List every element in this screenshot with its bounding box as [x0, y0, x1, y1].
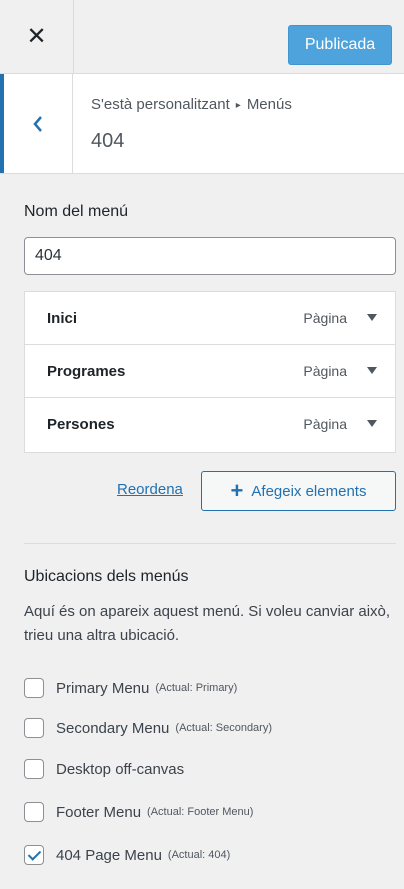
location-primary-menu[interactable]: Primary Menu (Actual: Primary)	[24, 676, 237, 700]
location-404-page-menu[interactable]: 404 Page Menu (Actual: 404)	[24, 843, 230, 867]
menu-item-persones[interactable]: Persones Pàgina	[25, 398, 395, 452]
caret-down-icon[interactable]	[367, 367, 377, 374]
menu-item-title: Persones	[47, 416, 115, 433]
section-header: S'està personalitzant ▸ Menús 404	[0, 74, 404, 174]
plus-icon: +	[230, 478, 244, 503]
menu-item-title: Inici	[47, 310, 78, 327]
location-current: (Actual: 404)	[167, 849, 231, 861]
menu-items-list: Inici Pàgina Programes Pàgina Persones P…	[24, 291, 396, 453]
menu-item-type: Pàgina	[303, 310, 347, 326]
location-label: Primary Menu	[56, 679, 150, 697]
location-secondary-menu[interactable]: Secondary Menu (Actual: Secondary)	[24, 716, 272, 740]
close-icon[interactable]: ✕	[26, 22, 46, 51]
locations-description: Aquí és on apareix aquest menú. Si voleu…	[24, 603, 391, 644]
location-desktop-off-canvas[interactable]: Desktop off-canvas	[24, 757, 190, 781]
close-button[interactable]: ✕	[0, 0, 74, 73]
location-checkbox[interactable]	[24, 718, 44, 738]
menu-name-label: Nom del menú	[24, 203, 129, 220]
page-title: 404	[91, 130, 125, 152]
back-button[interactable]	[0, 74, 73, 173]
location-current: (Actual: Primary)	[155, 682, 238, 694]
location-checkbox[interactable]	[24, 759, 44, 779]
breadcrumb-root: S'està personalitzant	[91, 96, 230, 113]
menu-item-programes[interactable]: Programes Pàgina	[25, 345, 395, 398]
reorder-link[interactable]: Reordena	[117, 481, 183, 498]
location-checkbox-checked[interactable]	[24, 845, 44, 865]
menu-item-inici[interactable]: Inici Pàgina	[25, 292, 395, 345]
location-footer-menu[interactable]: Footer Menu (Actual: Footer Menu)	[24, 800, 253, 824]
add-items-button[interactable]: + Afegeix elements	[201, 471, 396, 511]
menu-item-type: Pàgina	[303, 363, 347, 379]
breadcrumb-section: Menús	[246, 96, 292, 113]
location-label: Desktop off-canvas	[56, 760, 185, 778]
menu-item-type: Pàgina	[303, 416, 347, 432]
location-label: 404 Page Menu	[56, 846, 162, 864]
menu-name-input[interactable]	[24, 237, 396, 275]
location-label: Footer Menu	[56, 803, 142, 821]
menu-item-title: Programes	[47, 363, 126, 380]
breadcrumb: S'està personalitzant ▸ Menús	[91, 96, 292, 113]
chevron-left-icon[interactable]	[32, 115, 44, 133]
breadcrumb-separator-icon: ▸	[235, 100, 241, 111]
add-items-label: Afegeix elements	[251, 482, 367, 500]
publish-button[interactable]: Publicada	[288, 25, 392, 65]
caret-down-icon[interactable]	[367, 420, 377, 427]
location-current: (Actual: Footer Menu)	[147, 806, 254, 818]
location-checkbox[interactable]	[24, 802, 44, 822]
location-current: (Actual: Secondary)	[175, 722, 273, 734]
location-checkbox[interactable]	[24, 678, 44, 698]
location-label: Secondary Menu	[56, 719, 170, 737]
customizer-topbar: ✕ Publicada	[0, 0, 404, 74]
divider	[24, 543, 396, 544]
caret-down-icon[interactable]	[367, 314, 377, 321]
locations-title: Ubicacions dels menús	[24, 568, 189, 585]
